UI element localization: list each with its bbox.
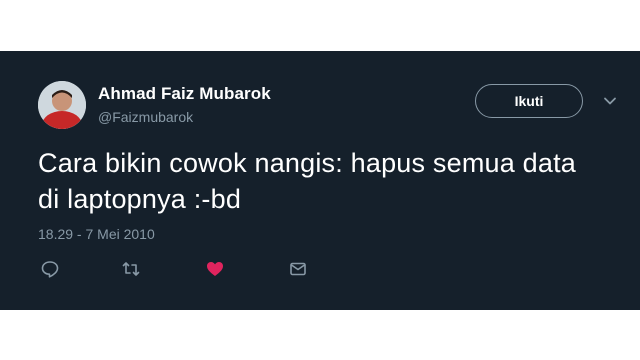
user-handle[interactable]: @Faizmubarok [98,109,193,125]
tweet-card: Ahmad Faiz Mubarok @Faizmubarok Ikuti Ca… [0,51,640,310]
tweet-text-line: di laptopnya :-bd [38,184,242,214]
retweet-icon[interactable] [121,259,141,279]
tweet-timestamp[interactable]: 18.29 - 7 Mei 2010 [38,226,155,242]
tweet-text: Cara bikin cowok nangis: hapus semua dat… [38,145,608,217]
chevron-down-icon[interactable] [602,93,618,109]
heart-icon[interactable] [205,259,225,279]
envelope-icon[interactable] [288,259,308,279]
reply-icon[interactable] [40,259,60,279]
tweet-text-line: Cara bikin cowok nangis: hapus semua dat… [38,148,577,178]
display-name[interactable]: Ahmad Faiz Mubarok [98,84,271,104]
avatar[interactable] [38,81,86,129]
follow-button[interactable]: Ikuti [475,84,583,118]
